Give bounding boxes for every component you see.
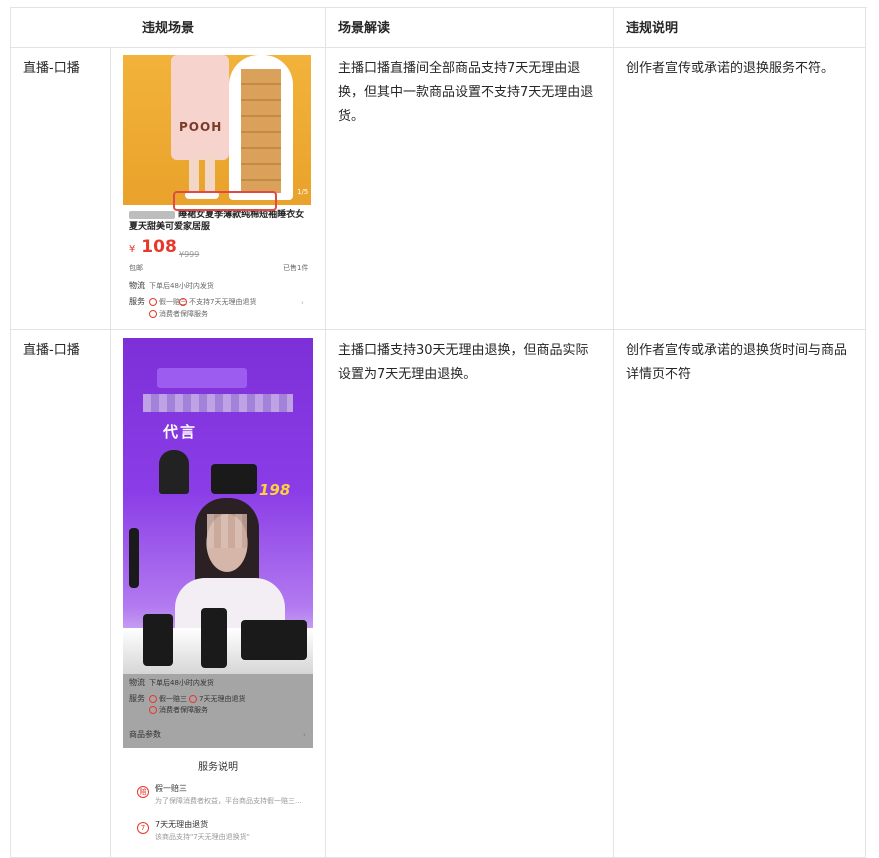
return-7day-icon: 7: [137, 822, 149, 834]
header-explanation: 违规说明: [614, 8, 866, 48]
title-blur: [129, 210, 175, 219]
sheet-item-1-desc: 为了保障消费者权益，平台商品支持假一赔三...: [155, 797, 302, 805]
row2-explanation-cell: 创作者宣传或承诺的退换货时间与商品详情页不符: [614, 330, 866, 858]
chevron-right-icon: ›: [301, 299, 304, 307]
mic-device-2: [201, 608, 227, 668]
header-scene-label: 违规场景: [141, 21, 194, 36]
sold-count: 已售1件: [283, 264, 309, 272]
logistics-value: 下单后48小时内发货: [149, 282, 214, 290]
row2-interpretation: 主播口播支持30天无理由退换，但商品实际设置为7天无理由退换。: [338, 343, 589, 382]
row2-product-screenshot: 代言 198 物流 下单后48小时内发货 服务 假一赔三 7天无理由退货 消费者: [123, 338, 313, 848]
product-info-overlay: 物流 下单后48小时内发货 服务 假一赔三 7天无理由退货 消费者保障服务 商品…: [123, 674, 313, 748]
decor-door: [241, 69, 281, 193]
row2-interpretation-cell: 主播口播支持30天无理由退换，但商品实际设置为7天无理由退换。: [326, 330, 614, 858]
logistics-label: 物流: [129, 281, 145, 290]
params-label: 商品参数: [129, 730, 161, 739]
sheet-title: 服务说明: [198, 762, 238, 773]
service-label: 服务: [129, 297, 145, 306]
service-item-3: 消费者保障服务: [149, 309, 208, 319]
banner-title: 代言: [163, 423, 198, 441]
mic-device-1: [143, 614, 173, 666]
service-item-2: 不支持7天无理由退货: [179, 297, 256, 307]
logistics-label-2: 物流: [129, 678, 145, 687]
row2-type: 直播-口播: [23, 343, 80, 358]
row2-explanation: 创作者宣传或承诺的退换货时间与商品详情页不符: [626, 343, 848, 382]
row1-product-screenshot: POOH 1/5 睡裙女夏季薄款纯棉短袖睡衣女夏天甜美可爱家居服 ¥ 108 ¥…: [123, 55, 311, 319]
mosaic-blur-face: [207, 514, 247, 548]
row1-image-cell: POOH 1/5 睡裙女夏季薄款纯棉短袖睡衣女夏天甜美可爱家居服 ¥ 108 ¥…: [111, 48, 326, 330]
row1-explanation: 创作者宣传或承诺的退换服务不符。: [626, 61, 835, 76]
shield-icon: [149, 310, 157, 318]
sheet-item-2-desc: 该商品支持"7天无理由退换货": [155, 833, 250, 841]
shield-icon: [149, 706, 157, 714]
product-price: ¥ 108: [129, 235, 177, 262]
mosaic-blur-1: [143, 394, 293, 412]
promo-banner: [157, 368, 247, 388]
check-icon: [149, 298, 157, 306]
model-dress: [171, 55, 229, 160]
service-item-2-1-text: 假一赔三: [159, 695, 187, 703]
row1-explanation-cell: 创作者宣传或承诺的退换服务不符。: [614, 48, 866, 330]
dress-print: POOH: [179, 120, 223, 134]
product-info: 睡裙女夏季薄款纯棉短袖睡衣女夏天甜美可爱家居服 ¥ 108 ¥999 包邮 已售…: [123, 205, 311, 319]
row1-type: 直播-口播: [23, 61, 80, 76]
sound-card-top: [211, 464, 257, 494]
header-interpretation: 场景解读: [326, 8, 614, 48]
service-item-2-1: 假一赔三: [149, 694, 187, 704]
header-scene: 违规场景: [11, 8, 326, 48]
rules-table: 违规场景 场景解读 违规说明 直播-口播 POOH 1/5 睡裙女夏季薄款纯棉短…: [10, 7, 867, 858]
price-value: 108: [141, 237, 177, 257]
chevron-right-icon: ›: [303, 731, 306, 739]
sound-card: [241, 620, 307, 660]
image-page-indicator: 1/5: [297, 188, 309, 196]
microphone: [129, 528, 139, 588]
row1-type-cell: 直播-口播: [11, 48, 111, 330]
header-explanation-label: 违规说明: [626, 21, 679, 36]
service-item-2-2-text: 7天无理由退货: [199, 695, 246, 703]
product-title: 睡裙女夏季薄款纯棉短袖睡衣女夏天甜美可爱家居服: [129, 209, 307, 233]
price-currency: ¥: [129, 244, 136, 255]
row1-interpretation-cell: 主播口播直播间全部商品支持7天无理由退换，但其中一款商品设置不支持7天无理由退货…: [326, 48, 614, 330]
service-sheet: 服务说明 赔 假一赔三 为了保障消费者权益，平台商品支持假一赔三... 7 7天…: [123, 748, 313, 848]
original-price: ¥999: [179, 250, 200, 259]
shipping-text: 包邮: [129, 264, 143, 272]
logistics-value-2: 下单后48小时内发货: [149, 679, 214, 687]
header-interpretation-label: 场景解读: [338, 21, 391, 36]
service-label-2: 服务: [129, 694, 145, 703]
banner-price: 198: [259, 481, 291, 499]
product-photo: POOH 1/5: [123, 55, 311, 205]
check-icon: [149, 695, 157, 703]
service-item-2-3-text: 消费者保障服务: [159, 706, 208, 714]
check-icon: [189, 695, 197, 703]
person-figure: [159, 450, 189, 494]
fake-compensation-icon: 赔: [137, 786, 149, 798]
service-item-2-2: 7天无理由退货: [189, 694, 245, 704]
service-item-2-text: 不支持7天无理由退货: [189, 298, 257, 306]
row2-image-cell: 代言 198 物流 下单后48小时内发货 服务 假一赔三 7天无理由退货 消费者: [111, 330, 326, 858]
highlight-box: [173, 191, 277, 211]
sheet-item-1-title: 假一赔三: [155, 784, 187, 793]
service-item-2-3: 消费者保障服务: [149, 705, 208, 715]
row1-interpretation: 主播口播直播间全部商品支持7天无理由退换，但其中一款商品设置不支持7天无理由退货…: [338, 61, 594, 124]
row2-type-cell: 直播-口播: [11, 330, 111, 858]
service-item-3-text: 消费者保障服务: [159, 310, 208, 318]
sheet-item-2-title: 7天无理由退货: [155, 820, 209, 829]
model-legs: [189, 155, 215, 193]
livestream-photo: 代言 198: [123, 338, 313, 674]
warning-icon: [179, 298, 187, 306]
